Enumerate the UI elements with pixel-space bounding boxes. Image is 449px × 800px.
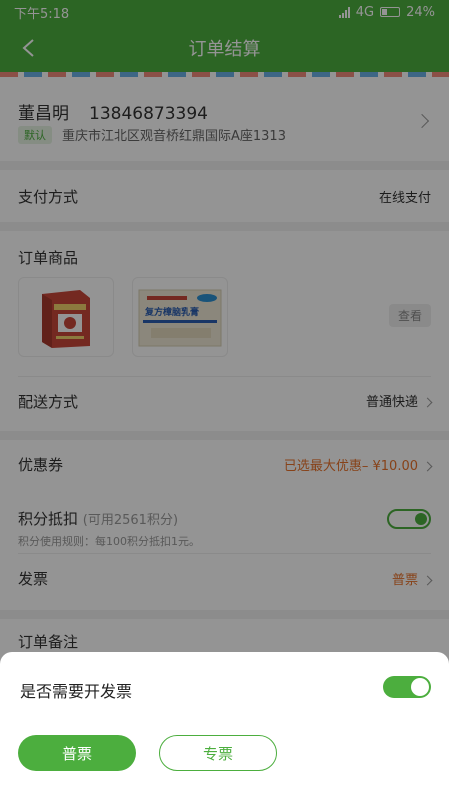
- invoice-sheet: 是否需要开发票 普票 专票: [0, 652, 449, 800]
- special-invoice-button[interactable]: 专票: [159, 735, 277, 771]
- invoice-switch[interactable]: [383, 676, 431, 698]
- normal-invoice-button[interactable]: 普票: [18, 735, 136, 771]
- invoice-question: 是否需要开发票: [20, 682, 133, 701]
